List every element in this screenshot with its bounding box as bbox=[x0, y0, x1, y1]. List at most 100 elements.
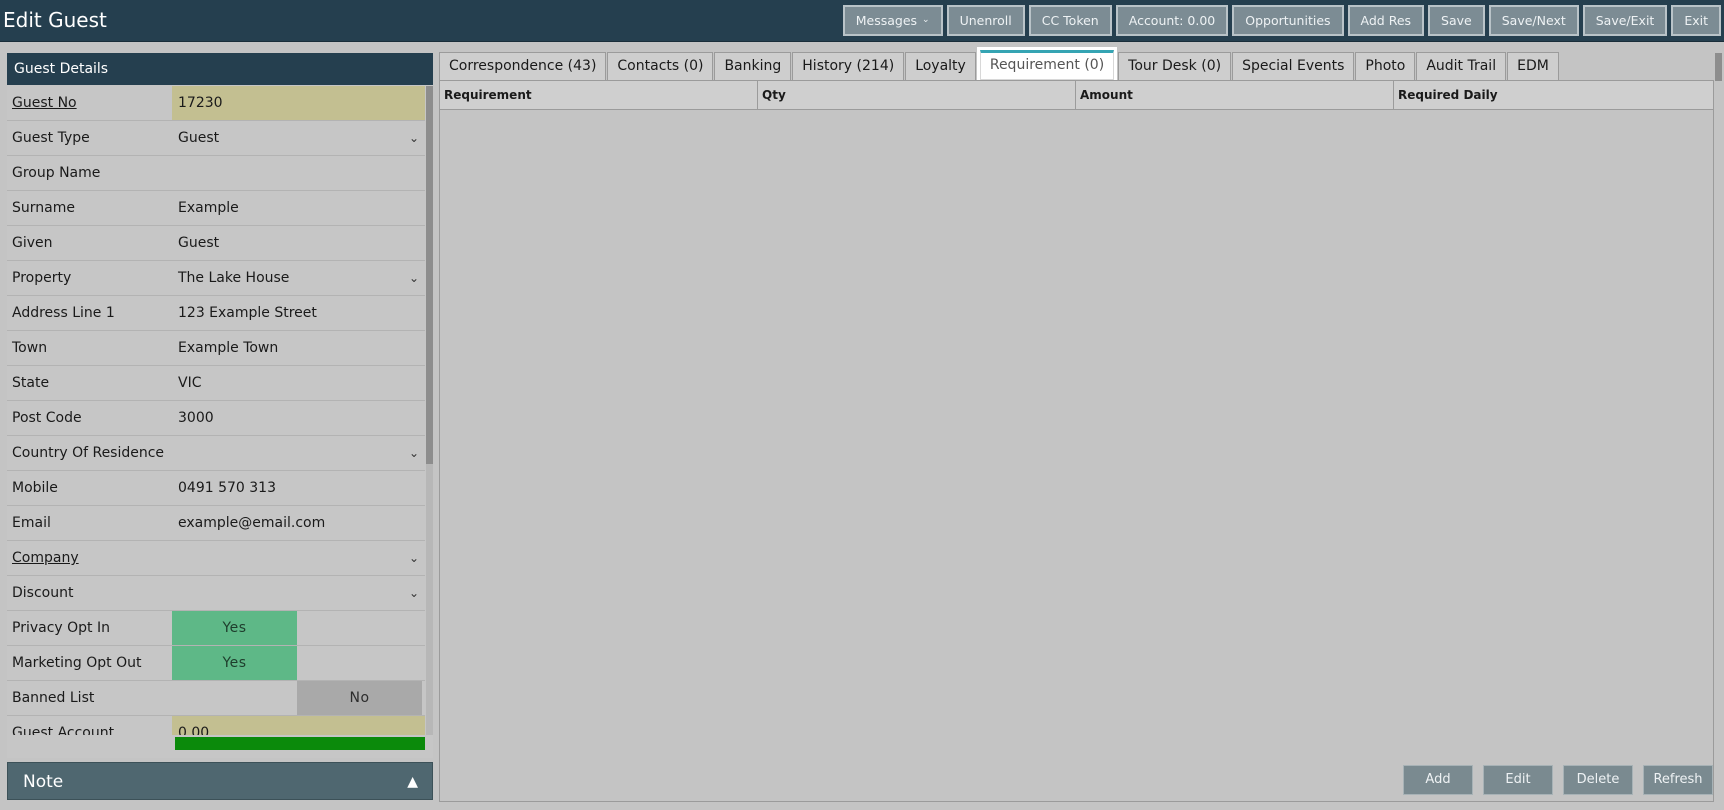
field-row-town: Town Example Town bbox=[7, 331, 425, 366]
guest-details-panel: Guest Details Guest No 17230 Guest Type Gue… bbox=[7, 53, 433, 800]
discount-label: Discount bbox=[12, 585, 74, 601]
status-bar bbox=[175, 737, 425, 750]
tab-contacts[interactable]: Contacts (0) bbox=[607, 52, 714, 80]
guest-no-label[interactable]: Guest No bbox=[7, 86, 175, 120]
chevron-down-icon: ⌄ bbox=[408, 551, 419, 565]
group-name-field[interactable] bbox=[175, 156, 425, 190]
add-res-label: Add Res bbox=[1360, 13, 1412, 28]
field-row-marketing-opt-out: Marketing Opt Out Yes bbox=[7, 646, 425, 681]
column-header-qty[interactable]: Qty bbox=[758, 81, 1076, 109]
grid-scrollbar[interactable] bbox=[1715, 53, 1722, 81]
guest-type-value: Guest bbox=[178, 130, 220, 146]
save-exit-label: Save/Exit bbox=[1595, 13, 1655, 28]
tab-special-events[interactable]: Special Events bbox=[1232, 52, 1355, 80]
field-row-given: Given Guest bbox=[7, 226, 425, 261]
chevron-down-icon: ⌄ bbox=[408, 271, 419, 285]
field-row-country-of-residence: Country Of Residence ⌄ bbox=[7, 436, 425, 471]
guest-account-value: 0.00 bbox=[178, 725, 210, 735]
cc-token-button[interactable]: CC Token bbox=[1028, 5, 1112, 36]
save-label: Save bbox=[1441, 13, 1472, 28]
privacy-opt-in-toggle[interactable]: Yes bbox=[172, 611, 297, 645]
given-field[interactable]: Guest bbox=[175, 226, 425, 260]
tab-edm[interactable]: EDM bbox=[1507, 52, 1559, 80]
chevron-down-icon: ⌄ bbox=[408, 586, 419, 600]
property-value: The Lake House bbox=[178, 270, 290, 286]
toolbar: Messages ⌄ Unenroll CC Token Account: 0.00 Op… bbox=[842, 5, 1721, 36]
guest-account-field[interactable]: 0.00 bbox=[172, 716, 425, 735]
chevron-up-icon[interactable]: ▲ bbox=[407, 763, 418, 801]
tab-tour-desk[interactable]: Tour Desk (0) bbox=[1118, 52, 1232, 80]
guest-no-value: 17230 bbox=[178, 95, 223, 111]
save-next-button[interactable]: Save/Next bbox=[1488, 5, 1579, 36]
column-header-required-daily[interactable]: Required Daily bbox=[1394, 81, 1712, 109]
tab-photo[interactable]: Photo bbox=[1355, 52, 1416, 80]
mobile-label: Mobile bbox=[12, 480, 58, 496]
marketing-opt-out-toggle[interactable]: Yes bbox=[172, 646, 297, 680]
guest-no-field[interactable]: 17230 bbox=[172, 86, 425, 120]
cc-token-label: CC Token bbox=[1041, 13, 1099, 28]
save-exit-button[interactable]: Save/Exit bbox=[1582, 5, 1668, 36]
guest-details-header: Guest Details bbox=[7, 53, 433, 85]
account-label: Account: 0.00 bbox=[1128, 13, 1216, 28]
messages-button[interactable]: Messages ⌄ bbox=[842, 5, 943, 36]
property-select[interactable]: The Lake House ⌄ bbox=[175, 261, 425, 295]
guest-details-scrollbar[interactable] bbox=[426, 86, 433, 735]
grid-actions: Add Edit Delete Refresh bbox=[1403, 765, 1713, 795]
field-row-surname: Surname Example bbox=[7, 191, 425, 226]
field-row-discount: Discount ⌄ bbox=[7, 576, 425, 611]
tab-correspondence[interactable]: Correspondence (43) bbox=[439, 52, 607, 80]
refresh-button[interactable]: Refresh bbox=[1643, 765, 1713, 795]
address-line-1-label: Address Line 1 bbox=[12, 305, 115, 321]
guest-type-select[interactable]: Guest ⌄ bbox=[175, 121, 425, 155]
tab-requirement[interactable]: Requirement (0) bbox=[979, 50, 1115, 80]
post-code-field[interactable]: 3000 bbox=[175, 401, 425, 435]
tab-history[interactable]: History (214) bbox=[792, 52, 905, 80]
add-res-button[interactable]: Add Res bbox=[1347, 5, 1425, 36]
account-button[interactable]: Account: 0.00 bbox=[1115, 5, 1229, 36]
save-button[interactable]: Save bbox=[1428, 5, 1485, 36]
country-of-residence-select[interactable]: ⌄ bbox=[175, 436, 425, 470]
address-line-1-field[interactable]: 123 Example Street bbox=[175, 296, 425, 330]
top-bar: Edit Guest Messages ⌄ Unenroll CC Token Acco… bbox=[0, 0, 1724, 42]
add-button[interactable]: Add bbox=[1403, 765, 1473, 795]
field-row-property: Property The Lake House ⌄ bbox=[7, 261, 425, 296]
marketing-opt-out-label: Marketing Opt Out bbox=[12, 655, 142, 671]
note-panel-header[interactable]: Note ▲ bbox=[7, 762, 433, 800]
field-row-group-name: Group Name bbox=[7, 156, 425, 191]
surname-label: Surname bbox=[12, 200, 75, 216]
state-field[interactable]: VIC bbox=[175, 366, 425, 400]
company-label[interactable]: Company bbox=[7, 541, 175, 575]
tab-banking[interactable]: Banking bbox=[714, 52, 792, 80]
banned-list-toggle[interactable]: No bbox=[297, 681, 422, 715]
field-row-guest-account: Guest Account 0.00 bbox=[7, 716, 425, 735]
given-label: Given bbox=[12, 235, 53, 251]
field-row-address-line-1: Address Line 1 123 Example Street bbox=[7, 296, 425, 331]
mobile-field[interactable]: 0491 570 313 bbox=[175, 471, 425, 505]
column-header-requirement[interactable]: Requirement bbox=[440, 81, 758, 109]
address-line-1-value: 123 Example Street bbox=[178, 305, 317, 321]
exit-button[interactable]: Exit bbox=[1671, 5, 1721, 36]
opportunities-button[interactable]: Opportunities bbox=[1232, 5, 1344, 36]
delete-button[interactable]: Delete bbox=[1563, 765, 1633, 795]
guest-details-fields: Guest No 17230 Guest Type Guest ⌄ Group Name S… bbox=[7, 86, 425, 735]
company-select[interactable]: ⌄ bbox=[175, 541, 425, 575]
opportunities-label: Opportunities bbox=[1245, 13, 1331, 28]
tab-audit-trail[interactable]: Audit Trail bbox=[1416, 52, 1507, 80]
note-title: Note bbox=[23, 772, 64, 792]
unenroll-button[interactable]: Unenroll bbox=[946, 5, 1025, 36]
email-field[interactable]: example@email.com bbox=[175, 506, 425, 540]
email-label: Email bbox=[12, 515, 51, 531]
tab-loyalty[interactable]: Loyalty bbox=[905, 52, 976, 80]
discount-select[interactable]: ⌄ bbox=[175, 576, 425, 610]
chevron-down-icon: ⌄ bbox=[922, 15, 930, 25]
state-label: State bbox=[12, 375, 50, 391]
guest-account-label[interactable]: Guest Account bbox=[7, 716, 175, 735]
town-field[interactable]: Example Town bbox=[175, 331, 425, 365]
scrollbar-thumb[interactable] bbox=[426, 86, 433, 464]
column-header-amount[interactable]: Amount bbox=[1076, 81, 1394, 109]
guest-type-label: Guest Type bbox=[12, 130, 90, 146]
surname-field[interactable]: Example bbox=[175, 191, 425, 225]
field-row-privacy-opt-in: Privacy Opt In Yes bbox=[7, 611, 425, 646]
edit-button[interactable]: Edit bbox=[1483, 765, 1553, 795]
surname-value: Example bbox=[178, 200, 239, 216]
